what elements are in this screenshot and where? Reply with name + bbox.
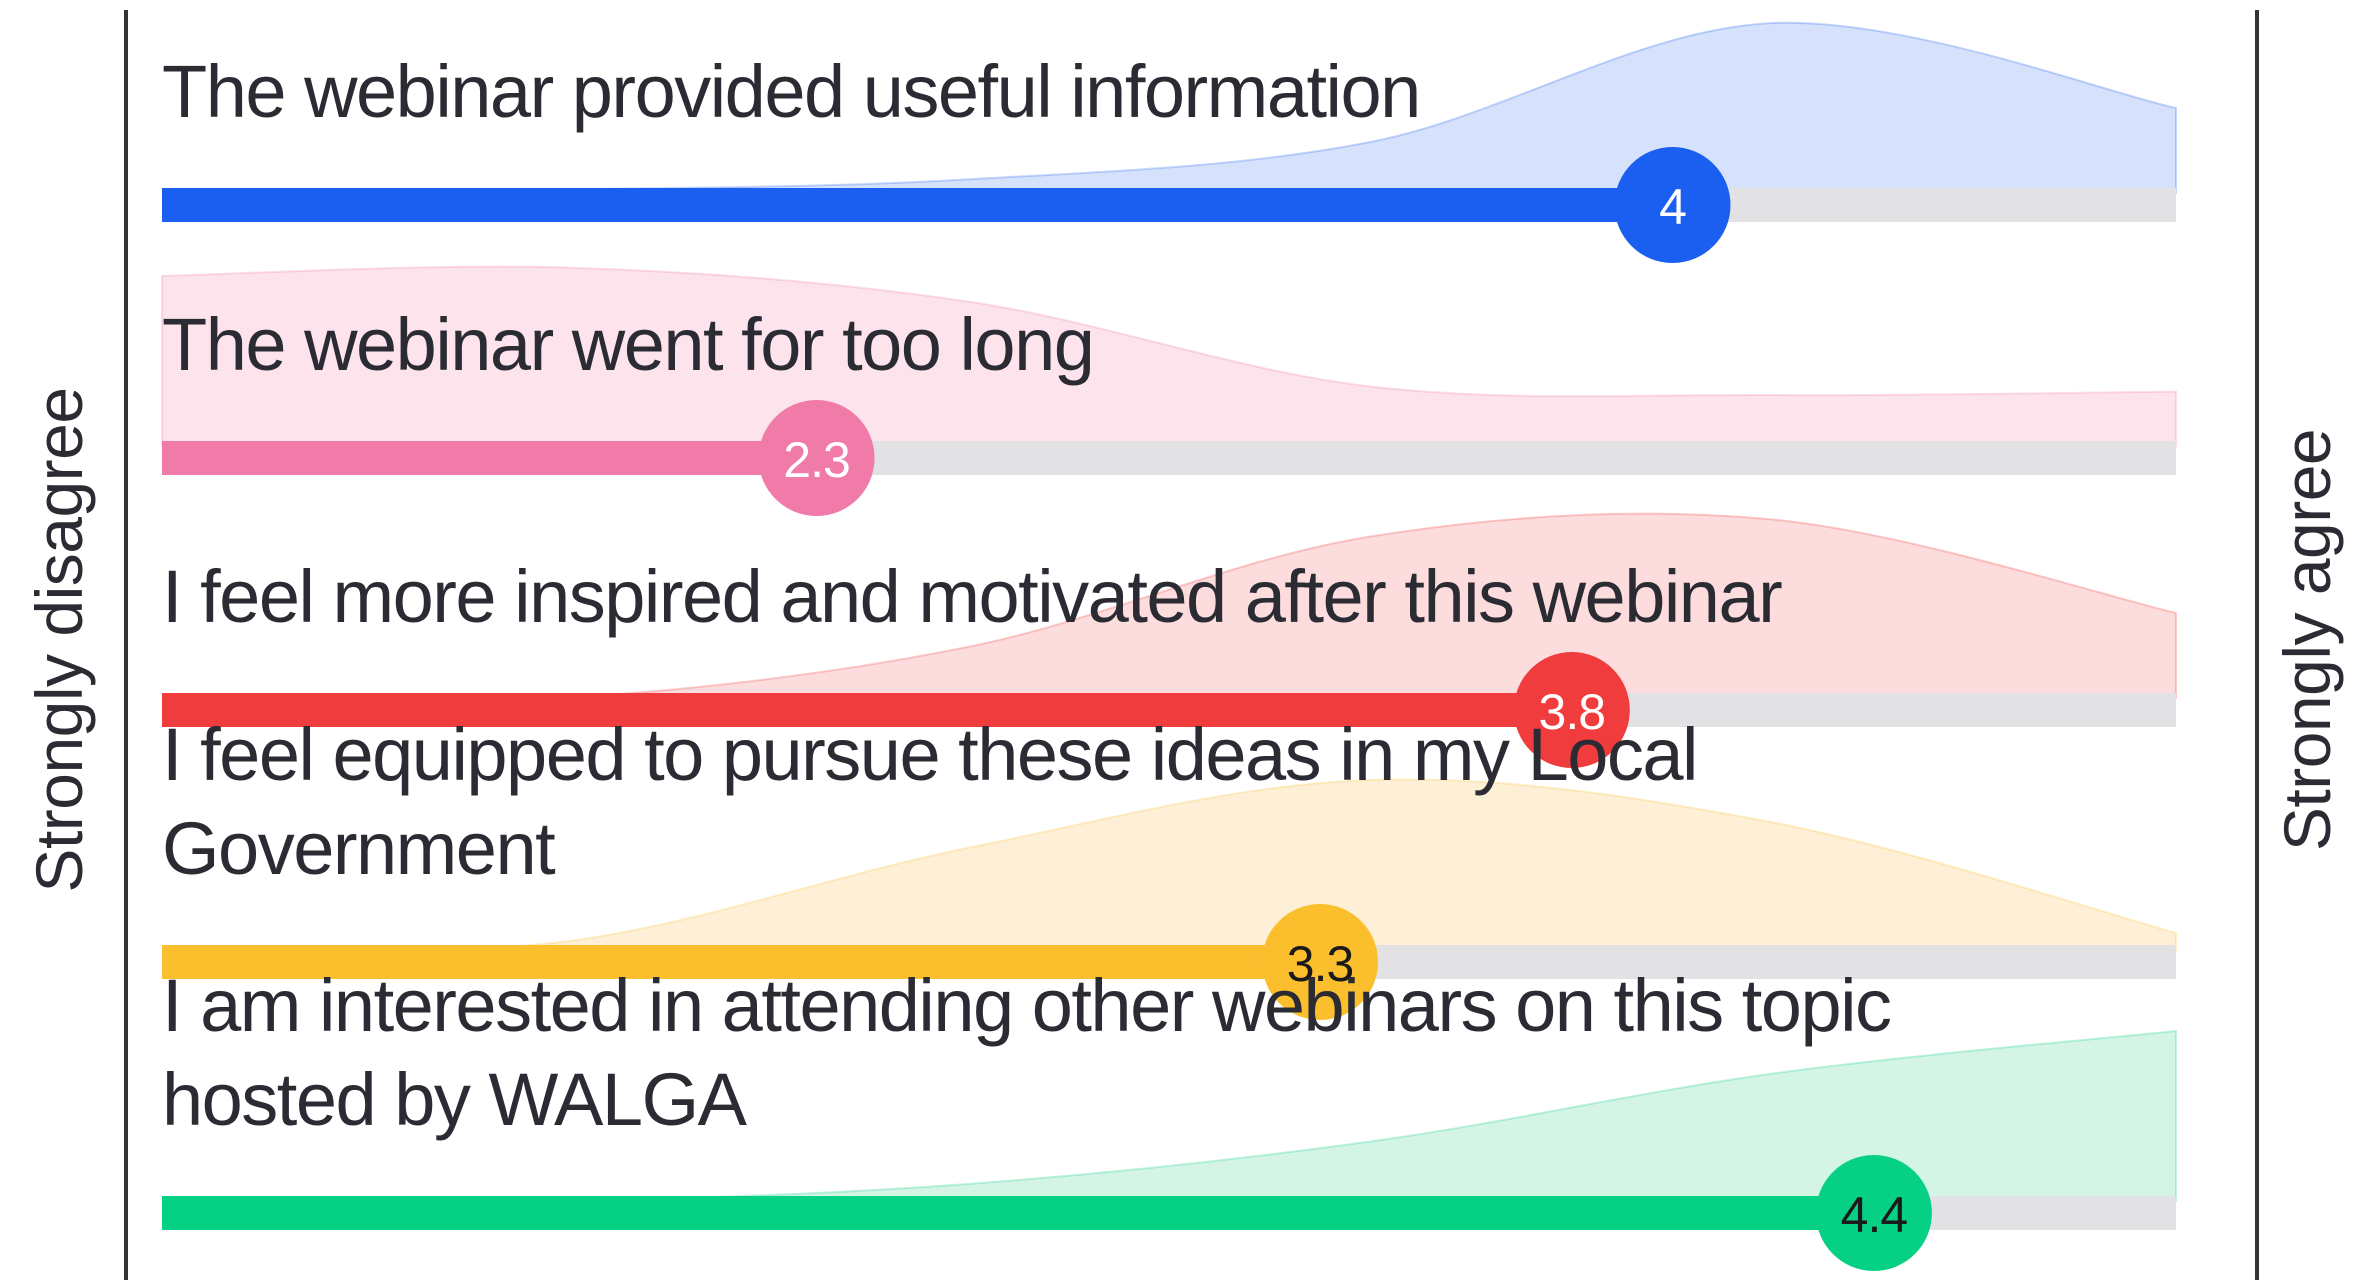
statement-label: I am interested in attending other webin…	[162, 964, 1891, 1047]
statement-label: The webinar provided useful information	[162, 50, 1420, 133]
chart: Strongly disagree Strongly agree The web…	[22, 10, 2344, 1280]
statement-label: I feel equipped to pursue these ideas in…	[162, 713, 1697, 796]
statement-rows: The webinar provided useful information 4…	[161, 21, 2177, 1271]
statement-label: hosted by WALGA	[162, 1058, 748, 1141]
value-label: 4	[1659, 179, 1686, 235]
left-axis-label: Strongly disagree	[22, 387, 96, 892]
value-label: 4.4	[1841, 1187, 1908, 1243]
statement-row: The webinar went for too long 2.3	[161, 265, 2177, 516]
statement-label: The webinar went for too long	[162, 303, 1093, 386]
statement-label: I feel more inspired and motivated after…	[162, 555, 1782, 638]
bar-fill	[162, 188, 1673, 222]
statement-row: I am interested in attending other webin…	[161, 964, 2177, 1271]
statement-row: The webinar provided useful information 4	[161, 21, 2177, 263]
statement-label: Government	[162, 807, 556, 890]
bar-fill	[162, 1196, 1874, 1230]
right-axis-label: Strongly agree	[2270, 429, 2344, 851]
bar-fill	[162, 441, 817, 475]
value-label: 2.3	[783, 432, 850, 488]
